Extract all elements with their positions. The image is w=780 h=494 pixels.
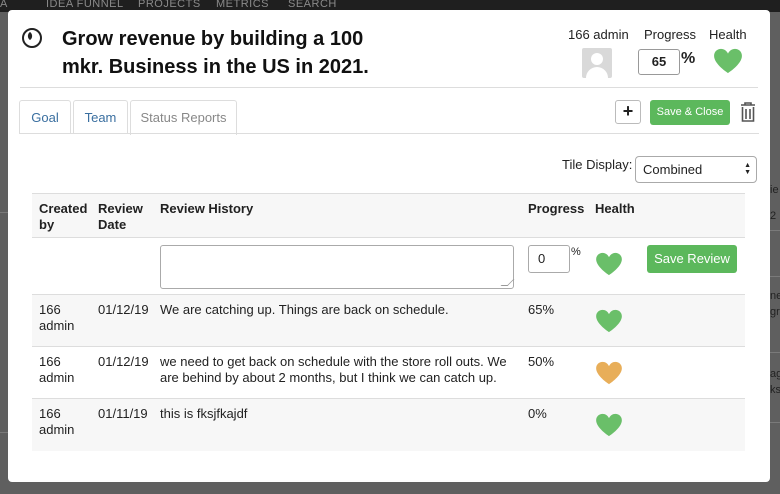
select-arrows-icon: ▲ ▼	[744, 162, 751, 176]
heart-shape	[596, 252, 622, 276]
review-health-heart-icon[interactable]	[595, 252, 623, 276]
bg-nav-projects: PROJECTS	[138, 0, 201, 10]
tab-team[interactable]: Team	[73, 100, 128, 134]
bg-nav-metrics: METRICS	[216, 0, 269, 10]
tabs-divider	[19, 133, 759, 134]
table-row: 166 admin 01/12/19 we need to get back o…	[32, 347, 745, 399]
cell-created-by: 166 admin	[39, 354, 75, 385]
cell-progress: 50%	[528, 354, 555, 369]
header-created-by: Created by	[39, 201, 88, 232]
percent-sign: %	[681, 50, 696, 67]
tab-status-reports[interactable]: Status Reports	[130, 100, 237, 135]
bg-edge-text: ag	[770, 368, 780, 380]
row-health-heart-icon	[596, 361, 622, 385]
row-health-heart-icon	[596, 413, 622, 437]
review-history-input[interactable]	[160, 245, 514, 289]
tile-display-value: Combined	[643, 162, 703, 177]
health-label: Health	[709, 27, 747, 42]
bg-edge-text: 2	[770, 210, 777, 222]
heart-shape	[596, 413, 622, 437]
bg-edge-text: ne	[770, 290, 780, 302]
goal-modal: Grow revenue by building a 100 mkr. Busi…	[8, 10, 770, 482]
goal-title: Grow revenue by building a 100 mkr. Busi…	[62, 28, 369, 78]
modal-header: Grow revenue by building a 100 mkr. Busi…	[8, 10, 770, 87]
header-health: Health	[595, 201, 635, 216]
header-progress: Progress	[528, 201, 585, 216]
heart-shape	[596, 361, 622, 385]
trash-icon[interactable]	[739, 101, 757, 123]
avatar-body-shape	[586, 67, 608, 78]
bg-divider	[770, 422, 780, 423]
cell-review-date: 01/12/19	[98, 302, 149, 317]
save-close-button[interactable]: Save & Close	[650, 100, 730, 125]
cell-created-by: 166 admin	[39, 302, 75, 333]
cell-review-history: we need to get back on schedule with the…	[160, 354, 507, 385]
avatar-head-shape	[591, 53, 603, 65]
cell-created-by: 166 admin	[39, 406, 75, 437]
bg-divider	[770, 352, 780, 353]
cell-review-history: We are catching up. Things are back on s…	[160, 302, 449, 317]
table-row: 166 admin 01/12/19 We are catching up. T…	[32, 295, 745, 347]
header-divider	[20, 87, 758, 88]
bg-nav-idea-funnel: IDEA FUNNEL	[46, 0, 124, 10]
table-header: Created by Review Date Review History Pr…	[32, 193, 745, 238]
cell-progress: 0%	[528, 406, 547, 421]
bg-divider	[0, 212, 8, 213]
bg-nav-item: A	[0, 0, 8, 10]
health-heart-icon[interactable]	[713, 48, 743, 74]
bg-edge-text: ie	[770, 184, 779, 196]
row-health-heart-icon	[596, 309, 622, 333]
bg-edge-text: gra	[770, 306, 780, 318]
tab-goal[interactable]: Goal	[19, 100, 71, 134]
health-heart-shape	[714, 48, 742, 74]
tile-display-label: Tile Display:	[562, 157, 633, 172]
table-row: 166 admin 01/11/19 this is fksjfkajdf 0%	[32, 399, 745, 451]
bg-divider	[770, 230, 780, 231]
compass-icon	[22, 28, 42, 48]
header-review-history: Review History	[160, 201, 254, 216]
bg-divider	[770, 276, 780, 277]
cell-review-date: 01/11/19	[98, 406, 148, 421]
heart-shape	[596, 309, 622, 333]
cell-review-history: this is fksjfkajdf	[160, 406, 248, 421]
bg-edge-text: ks	[770, 384, 780, 396]
header-review-date: Review Date	[98, 201, 143, 232]
cell-progress: 65%	[528, 302, 555, 317]
save-review-button[interactable]: Save Review	[647, 245, 737, 273]
cell-review-date: 01/12/19	[98, 354, 149, 369]
percent-sign: %	[571, 246, 581, 258]
review-progress-input[interactable]: 0	[528, 245, 570, 273]
new-review-row: 0 % Save Review	[32, 238, 745, 295]
bg-nav-search: SEARCH	[288, 0, 337, 10]
goal-progress-input[interactable]: 65	[638, 49, 680, 75]
tile-display-select[interactable]: Combined ▲ ▼	[635, 156, 757, 183]
avatar[interactable]	[582, 48, 612, 78]
add-button[interactable]: +	[615, 100, 641, 124]
owner-label: 166 admin	[568, 27, 629, 42]
bg-divider	[0, 432, 8, 433]
progress-label: Progress	[644, 27, 697, 42]
